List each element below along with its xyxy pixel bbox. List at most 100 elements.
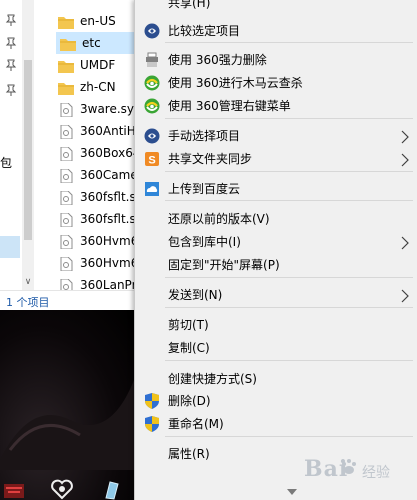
file-name: UMDF bbox=[80, 58, 116, 72]
menu-item-label: 使用 360强力删除 bbox=[168, 53, 267, 67]
watermark: Bai 经验 bbox=[304, 452, 414, 492]
submenu-chevron-right-icon bbox=[401, 129, 409, 144]
menu-item-label: 复制(C) bbox=[168, 341, 210, 355]
file-list-item[interactable]: zh-CN bbox=[54, 76, 134, 98]
menu-separator bbox=[165, 307, 413, 308]
menu-item-compare[interactable]: 比较选定项目 bbox=[135, 20, 417, 42]
submenu-chevron-right-icon bbox=[401, 235, 409, 250]
file-name: 360Box64 bbox=[80, 146, 134, 160]
file-name: 360fsflt.sy bbox=[80, 212, 134, 226]
menu-item-rename[interactable]: 重命名(M) bbox=[135, 413, 417, 435]
pin-icon[interactable] bbox=[5, 37, 17, 49]
folder-icon bbox=[58, 58, 74, 73]
folder-icon bbox=[58, 14, 74, 29]
menu-item-manual-select[interactable]: 手动选择项目 bbox=[135, 125, 417, 147]
menu-separator bbox=[165, 118, 413, 119]
file-list-item[interactable]: UMDF bbox=[54, 54, 134, 76]
system-file-icon bbox=[58, 124, 74, 140]
menu-separator bbox=[165, 200, 413, 201]
menu-item-label: 上传到百度云 bbox=[168, 182, 241, 196]
uac-shield-icon bbox=[144, 416, 160, 432]
menu-item-create-shortcut[interactable]: 创建快捷方式(S) bbox=[135, 368, 417, 390]
menu-item-label: 共享文件夹同步 bbox=[168, 152, 253, 166]
wallpaper-art bbox=[0, 380, 134, 470]
nav-pane-text: 包 bbox=[0, 156, 13, 170]
scrollbar-thumb[interactable] bbox=[24, 60, 32, 240]
file-list-item[interactable]: 360Box64 bbox=[54, 142, 134, 164]
nav-pane-selected-item[interactable] bbox=[0, 236, 20, 258]
app-taskbar-icon[interactable] bbox=[2, 478, 26, 500]
menu-item-label: 使用 360管理右键菜单 bbox=[168, 99, 291, 113]
menu-item-copy[interactable]: 复制(C) bbox=[135, 337, 417, 359]
system-file-icon bbox=[58, 212, 74, 228]
menu-item-label: 使用 360进行木马云查杀 bbox=[168, 76, 303, 90]
menu-item-label: 比较选定项目 bbox=[168, 24, 241, 38]
file-list-item[interactable]: 360Came bbox=[54, 164, 134, 186]
menu-separator bbox=[165, 42, 413, 43]
file-name: 360Hvm6 bbox=[80, 234, 134, 248]
beyond-compare-icon bbox=[144, 128, 160, 144]
menu-item-360-manage-menu[interactable]: 使用 360管理右键菜单 bbox=[135, 95, 417, 117]
system-file-icon bbox=[58, 190, 74, 206]
submenu-chevron-right-icon bbox=[401, 288, 409, 303]
menu-item-label: 手动选择项目 bbox=[168, 129, 241, 143]
svg-text:S: S bbox=[148, 155, 155, 167]
360-shield-icon bbox=[144, 75, 160, 91]
uac-shield-icon bbox=[144, 393, 160, 409]
file-explorer-window: 包 ∨ en-US etc UMDF zh-CN 3ware.sys 360AntiHa 3… bbox=[0, 0, 134, 310]
menu-item-label: 还原以前的版本(V) bbox=[168, 212, 270, 226]
selection-count: 1 个项目 bbox=[6, 296, 50, 309]
submenu-chevron-right-icon bbox=[401, 152, 409, 167]
pin-icon[interactable] bbox=[5, 84, 17, 96]
system-file-icon bbox=[58, 102, 74, 118]
folder-icon bbox=[58, 80, 74, 95]
nav-pane-scrollbar[interactable]: ∨ bbox=[22, 0, 34, 290]
menu-separator bbox=[165, 436, 413, 437]
menu-item-upload-baidu[interactable]: 上传到百度云 bbox=[135, 178, 417, 200]
file-list-item[interactable]: 360Hvm6 bbox=[54, 252, 134, 274]
sync-s-icon: S bbox=[144, 151, 160, 167]
system-file-icon bbox=[58, 168, 74, 184]
file-name: etc bbox=[82, 36, 101, 50]
menu-item-folder-sync[interactable]: S 共享文件夹同步 bbox=[135, 148, 417, 170]
shredder-icon bbox=[144, 52, 160, 68]
menu-scroll-down-arrow-icon[interactable] bbox=[287, 489, 297, 495]
menu-separator bbox=[165, 360, 413, 361]
file-list-item[interactable]: 360AntiHa bbox=[54, 120, 134, 142]
heart-app-taskbar-icon[interactable] bbox=[50, 478, 74, 500]
menu-item-pin-start[interactable]: 固定到"开始"屏幕(P) bbox=[135, 254, 417, 276]
file-list-item[interactable]: etc bbox=[56, 32, 134, 54]
menu-item-delete[interactable]: 删除(D) bbox=[135, 390, 417, 412]
folder-icon bbox=[60, 36, 76, 51]
file-name: 360fsflt.sy bbox=[80, 190, 134, 204]
menu-item-360-trojan-scan[interactable]: 使用 360进行木马云查杀 bbox=[135, 72, 417, 94]
file-name: 360Came bbox=[80, 168, 134, 182]
menu-item-label: 发送到(N) bbox=[168, 288, 223, 302]
file-list: en-US etc UMDF zh-CN 3ware.sys 360AntiHa 360Bo… bbox=[54, 10, 134, 296]
file-list-item[interactable]: 360fsflt.sy bbox=[54, 208, 134, 230]
menu-item-label: 创建快捷方式(S) bbox=[168, 372, 257, 386]
file-list-item[interactable]: 360fsflt.sy bbox=[54, 186, 134, 208]
file-name: 360Hvm6 bbox=[80, 256, 134, 270]
menu-item-cut[interactable]: 剪切(T) bbox=[135, 314, 417, 336]
menu-item-share[interactable]: 共享(H) bbox=[135, 0, 417, 14]
scroll-down-arrow-icon[interactable]: ∨ bbox=[22, 276, 34, 288]
menu-separator bbox=[165, 277, 413, 278]
pin-icon[interactable] bbox=[5, 14, 17, 26]
menu-item-360-force-delete[interactable]: 使用 360强力删除 bbox=[135, 49, 417, 71]
file-name: 3ware.sys bbox=[80, 102, 134, 116]
file-list-item[interactable]: 360Hvm6 bbox=[54, 230, 134, 252]
menu-separator bbox=[165, 171, 413, 172]
file-name: en-US bbox=[80, 14, 116, 28]
system-file-icon bbox=[58, 146, 74, 162]
pin-icon[interactable] bbox=[5, 59, 17, 71]
menu-item-include-library[interactable]: 包含到库中(I) bbox=[135, 231, 417, 253]
menu-item-label: 属性(R) bbox=[168, 447, 210, 461]
desktop-wallpaper bbox=[0, 310, 134, 500]
menu-item-restore-versions[interactable]: 还原以前的版本(V) bbox=[135, 208, 417, 230]
bottle-app-taskbar-icon[interactable] bbox=[100, 478, 124, 500]
file-list-item[interactable]: en-US bbox=[54, 10, 134, 32]
menu-item-label: 包含到库中(I) bbox=[168, 235, 241, 249]
menu-item-send-to[interactable]: 发送到(N) bbox=[135, 284, 417, 306]
file-list-item[interactable]: 3ware.sys bbox=[54, 98, 134, 120]
